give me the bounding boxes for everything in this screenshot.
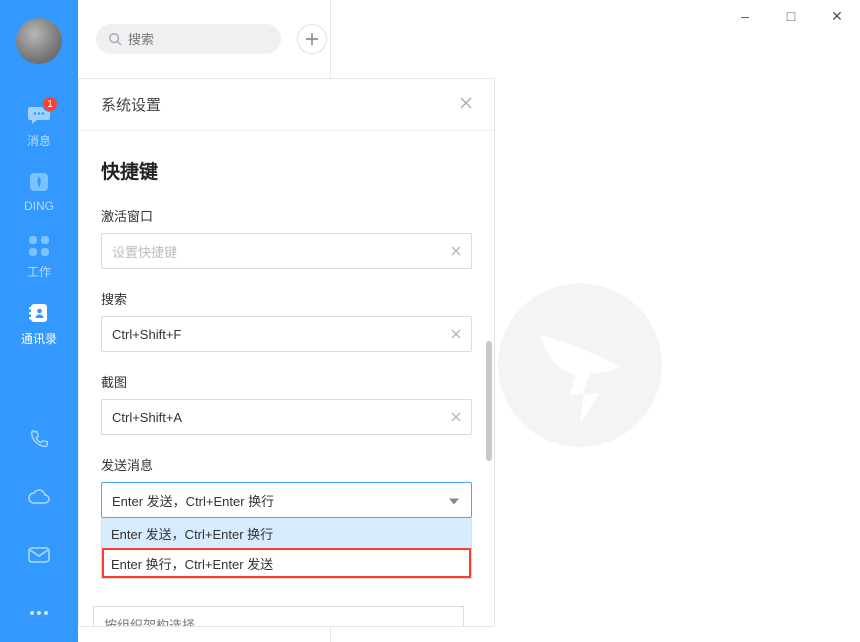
settings-panel: 系统设置 快捷键 激活窗口 设置快捷键 搜索 Ctrl+Shift+F — [78, 78, 495, 627]
sidebar-mail[interactable] — [0, 526, 78, 584]
field-activate-window: 激活窗口 设置快捷键 — [101, 206, 472, 269]
field-send-message: 发送消息 Enter 发送，Ctrl+Enter 换行 Enter 发送，Ctr… — [101, 455, 472, 579]
sidebar-item-label: 工作 — [27, 263, 51, 280]
sidebar-item-label: 消息 — [27, 132, 51, 149]
field-screenshot-shortcut: 截图 Ctrl+Shift+A — [101, 372, 472, 435]
close-icon — [460, 97, 472, 109]
sidebar-cloud[interactable] — [0, 468, 78, 526]
apps-icon — [26, 233, 52, 259]
panel-close-button[interactable] — [460, 96, 472, 114]
badge-count: 1 — [42, 96, 58, 112]
shortcut-input-search[interactable]: Ctrl+Shift+F — [101, 316, 472, 352]
sidebar-item-messages[interactable]: 消息 1 — [0, 92, 78, 159]
sidebar-phone[interactable] — [0, 410, 78, 468]
brand-watermark — [495, 280, 665, 455]
close-icon — [451, 329, 461, 339]
send-mode-dropdown: Enter 发送，Ctrl+Enter 换行 Enter 换行，Ctrl+Ent… — [101, 518, 472, 579]
sidebar-bottom — [0, 410, 78, 642]
field-label: 发送消息 — [101, 455, 472, 474]
input-value: Ctrl+Shift+F — [112, 327, 181, 342]
field-label: 搜索 — [101, 289, 472, 308]
field-label: 截图 — [101, 372, 472, 391]
avatar[interactable] — [16, 18, 62, 64]
panel-body: 快捷键 激活窗口 设置快捷键 搜索 Ctrl+Shift+F 截图 Ctr — [79, 131, 494, 598]
contacts-icon — [26, 300, 52, 326]
sidebar-item-ding[interactable]: DING — [0, 159, 78, 223]
field-label: 激活窗口 — [101, 206, 472, 225]
ding-icon — [26, 169, 52, 195]
input-placeholder: 设置快捷键 — [112, 242, 177, 261]
dropdown-option[interactable]: Enter 发送，Ctrl+Enter 换行 — [102, 518, 471, 548]
section-heading-shortcuts: 快捷键 — [101, 157, 472, 184]
truncated-setting-row: 按组织架构选择 — [93, 606, 464, 626]
search-input[interactable] — [128, 32, 304, 47]
sidebar-item-label: 通讯录 — [21, 330, 57, 347]
sidebar-item-label: DING — [24, 199, 54, 213]
search-icon — [108, 32, 122, 46]
add-button[interactable] — [297, 24, 327, 54]
truncated-text: 按组织架构选择 — [104, 618, 195, 626]
sidebar: 消息 1 DING 工作 通讯录 — [0, 0, 78, 642]
sidebar-item-work[interactable]: 工作 — [0, 223, 78, 290]
scrollbar-thumb[interactable] — [486, 341, 492, 461]
clear-button[interactable] — [451, 326, 461, 342]
field-search-shortcut: 搜索 Ctrl+Shift+F — [101, 289, 472, 352]
search-box[interactable] — [96, 24, 281, 54]
sidebar-item-contacts[interactable]: 通讯录 — [0, 290, 78, 357]
close-icon — [451, 412, 461, 422]
input-value: Ctrl+Shift+A — [112, 410, 182, 425]
phone-icon — [26, 426, 52, 452]
send-mode-select[interactable]: Enter 发送，Ctrl+Enter 换行 — [101, 482, 472, 518]
panel-title: 系统设置 — [101, 94, 161, 115]
shortcut-input-screenshot[interactable]: Ctrl+Shift+A — [101, 399, 472, 435]
clear-button[interactable] — [451, 243, 461, 259]
header — [78, 0, 860, 78]
clear-button[interactable] — [451, 409, 461, 425]
dropdown-option[interactable]: Enter 换行，Ctrl+Enter 发送 — [102, 548, 471, 578]
panel-header: 系统设置 — [79, 79, 494, 131]
select-value: Enter 发送，Ctrl+Enter 换行 — [112, 491, 274, 510]
sidebar-more[interactable] — [0, 584, 78, 642]
plus-icon — [305, 32, 319, 46]
cloud-icon — [26, 484, 52, 510]
mail-icon — [26, 542, 52, 568]
more-icon — [26, 600, 52, 626]
chevron-down-icon — [449, 493, 459, 508]
shortcut-input-activate[interactable]: 设置快捷键 — [101, 233, 472, 269]
close-icon — [451, 246, 461, 256]
